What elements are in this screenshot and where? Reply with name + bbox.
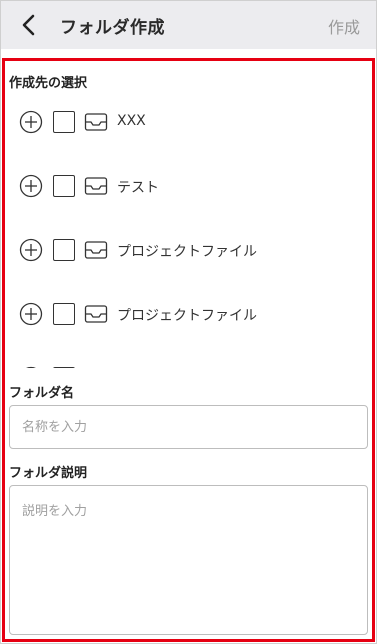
plus-circle-icon[interactable] [19, 110, 43, 134]
folder-description-label: フォルダ説明 [9, 466, 88, 481]
list-item[interactable] [6, 358, 370, 368]
plus-circle-icon[interactable] [19, 238, 43, 262]
list-item[interactable]: プロジェクトファイル [6, 230, 370, 270]
inbox-tray-icon [84, 241, 108, 259]
item-label: プロジェクトファイル [117, 308, 257, 324]
folder-name-label: フォルダ名 [9, 386, 75, 401]
plus-circle-icon[interactable] [19, 174, 43, 198]
item-label: プロジェクトファイル [117, 244, 257, 260]
item-checkbox[interactable] [53, 239, 75, 261]
list-item[interactable]: XXX [6, 102, 370, 142]
plus-circle-icon[interactable] [19, 366, 43, 368]
inbox-tray-icon [84, 177, 108, 195]
item-label: テスト [117, 180, 159, 196]
list-item[interactable]: テスト [6, 166, 370, 206]
folder-description-input[interactable] [9, 485, 368, 635]
folder-name-input[interactable] [9, 405, 368, 449]
page-title: フォルダ作成 [60, 18, 165, 38]
item-checkbox[interactable] [53, 175, 75, 197]
header-bar: フォルダ作成 作成 [1, 1, 376, 49]
chevron-left-icon [22, 14, 35, 36]
item-checkbox[interactable] [53, 303, 75, 325]
destination-list[interactable]: XXX テスト プロジェクトファイル プロジェクトファイル [6, 90, 370, 368]
item-label: XXX [117, 113, 146, 129]
item-checkbox[interactable] [53, 111, 75, 133]
inbox-tray-icon [84, 305, 108, 323]
back-button[interactable] [13, 9, 45, 41]
plus-circle-icon[interactable] [19, 302, 43, 326]
create-button[interactable]: 作成 [328, 14, 360, 38]
list-item[interactable]: プロジェクトファイル [6, 294, 370, 334]
item-checkbox[interactable] [53, 367, 75, 368]
inbox-tray-icon [84, 113, 108, 131]
destination-section-label: 作成先の選択 [9, 76, 88, 91]
